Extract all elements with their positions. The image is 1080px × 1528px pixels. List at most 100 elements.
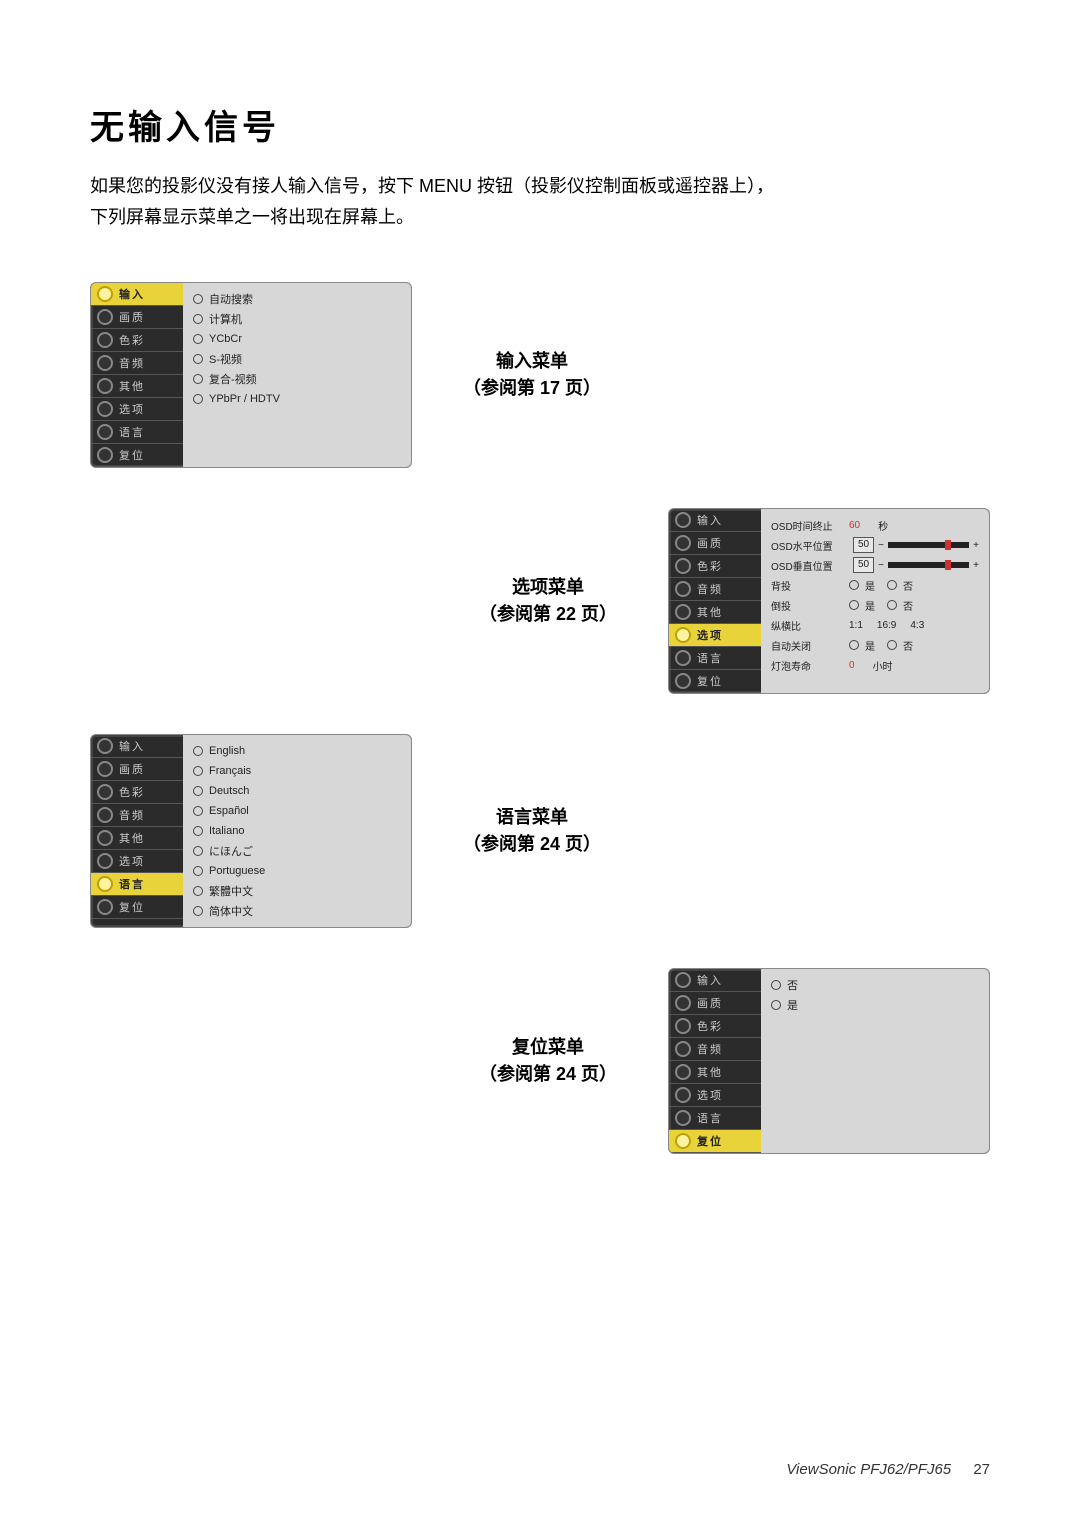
osd-tab: 复位 (669, 670, 761, 693)
option-label: Portuguese (209, 865, 265, 877)
opt-row: 灯泡寿命 0 小时 (771, 655, 979, 675)
plus-icon: + (973, 560, 979, 571)
radio-icon (887, 600, 897, 610)
option-label: YPbPr / HDTV (209, 393, 280, 405)
radio-icon (97, 761, 113, 777)
options-osd: 输入 画质 色彩 音频 其他 选项 语言 复位 OSD时间终止 60 秒 OSD… (668, 508, 990, 694)
radio-icon (675, 627, 691, 643)
osd-tab: 其他 (91, 827, 183, 850)
osd-tab: 色彩 (669, 555, 761, 578)
radio-icon (849, 640, 859, 650)
caption-ref: （参阅第 24 页） (458, 1061, 638, 1088)
osd-tab-label: 复位 (119, 447, 145, 463)
radio-icon (675, 512, 691, 528)
osd-tab: 色彩 (91, 329, 183, 352)
options-menu-caption: 选项菜单 （参阅第 22 页） (458, 574, 638, 628)
osd-tab-label: 色彩 (697, 1018, 723, 1034)
osd-tab-label: 音频 (119, 355, 145, 371)
slider-knob (945, 560, 951, 570)
osd-main: 自动搜索 计算机 YCbCr S-视频 复合-视频 YPbPr / HDTV (183, 283, 411, 467)
osd-tab-label: 画质 (697, 995, 723, 1011)
radio-icon (97, 401, 113, 417)
osd-tab-options: 选项 (669, 624, 761, 647)
osd-tab-label: 选项 (697, 1087, 723, 1103)
reset-option: 是 (771, 995, 979, 1015)
opt-row: OSD时间终止 60 秒 (771, 515, 979, 535)
row-value: 50 (853, 557, 874, 573)
input-menu-block: 输入 画质 色彩 音频 其他 选项 语言 复位 自动搜索 计算机 YCbCr S… (90, 282, 990, 468)
osd-tab-label: 色彩 (119, 784, 145, 800)
option-label: 自动搜索 (209, 291, 253, 307)
radio-icon (97, 807, 113, 823)
caption-title: 复位菜单 (458, 1034, 638, 1061)
opt-yes: 是 (865, 578, 875, 593)
row-label: 倒投 (771, 598, 849, 613)
radio-icon (675, 1133, 691, 1149)
opt-no: 否 (903, 638, 913, 653)
caption-title: 语言菜单 (442, 804, 622, 831)
opt-yes: 是 (865, 598, 875, 613)
minus-icon: − (878, 560, 884, 571)
aspect-opt: 16:9 (877, 620, 896, 631)
osd-sidebar: 输入 画质 色彩 音频 其他 选项 语言 复位 (91, 283, 183, 467)
caption-title: 输入菜单 (442, 348, 622, 375)
input-menu-caption: 输入菜单 （参阅第 17 页） (442, 348, 622, 402)
input-option: YPbPr / HDTV (193, 389, 401, 409)
lang-option: Français (193, 761, 401, 781)
opt-row: 背投 是 否 (771, 575, 979, 595)
radio-icon (97, 876, 113, 892)
opt-row: 自动关闭 是 否 (771, 635, 979, 655)
radio-icon (193, 354, 203, 364)
osd-tab-label: 其他 (697, 604, 723, 620)
aspect-opt: 1:1 (849, 620, 863, 631)
osd-tab: 画质 (669, 532, 761, 555)
option-label: Français (209, 765, 251, 777)
radio-icon (887, 640, 897, 650)
radio-icon (97, 332, 113, 348)
osd-tab-label: 画质 (119, 761, 145, 777)
osd-tab-label: 其他 (697, 1064, 723, 1080)
row-label: OSD水平位置 (771, 538, 849, 553)
input-option: 复合-视频 (193, 369, 401, 389)
osd-tab-label: 画质 (697, 535, 723, 551)
language-osd: 输入 画质 色彩 音频 其他 选项 语言 复位 English Français… (90, 734, 412, 928)
radio-icon (193, 374, 203, 384)
osd-tab-label: 选项 (697, 627, 723, 643)
option-label: 否 (787, 977, 798, 993)
osd-tab-reset: 复位 (669, 1130, 761, 1153)
opt-no: 否 (903, 598, 913, 613)
radio-icon (193, 314, 203, 324)
radio-icon (97, 355, 113, 371)
options-menu-block: 输入 画质 色彩 音频 其他 选项 语言 复位 OSD时间终止 60 秒 OSD… (90, 508, 990, 694)
row-value: 50 (853, 537, 874, 553)
opt-row: 纵横比 1:1 16:9 4:3 (771, 615, 979, 635)
radio-icon (675, 1041, 691, 1057)
language-menu-caption: 语言菜单 （参阅第 24 页） (442, 804, 622, 858)
aspect-opt: 4:3 (910, 620, 924, 631)
radio-icon (193, 886, 203, 896)
osd-tab: 其他 (91, 375, 183, 398)
radio-icon (193, 786, 203, 796)
osd-tab-label: 其他 (119, 378, 145, 394)
radio-icon (193, 806, 203, 816)
intro-line: 下列屏幕显示菜单之一将出现在屏幕上。 (90, 202, 990, 233)
option-label: 复合-视频 (209, 371, 257, 387)
input-option: 计算机 (193, 309, 401, 329)
option-label: 计算机 (209, 311, 242, 327)
intro-text: 如果您的投影仪没有接人输入信号，按下 MENU 按钮（投影仪控制面板或遥控器上）… (90, 171, 990, 232)
lang-option: 简体中文 (193, 901, 401, 921)
minus-icon: − (878, 540, 884, 551)
osd-tab: 输入 (669, 969, 761, 992)
osd-tab: 音频 (91, 804, 183, 827)
radio-icon (97, 447, 113, 463)
opt-row: 倒投 是 否 (771, 595, 979, 615)
lang-option: Español (193, 801, 401, 821)
radio-icon (97, 738, 113, 754)
lang-option: Italiano (193, 821, 401, 841)
row-label: OSD垂直位置 (771, 558, 849, 573)
radio-icon (97, 830, 113, 846)
osd-tab: 语言 (91, 421, 183, 444)
osd-main: OSD时间终止 60 秒 OSD水平位置 50 − + OSD垂直位置 50 − (761, 509, 989, 693)
option-label: Deutsch (209, 785, 249, 797)
radio-icon (193, 746, 203, 756)
